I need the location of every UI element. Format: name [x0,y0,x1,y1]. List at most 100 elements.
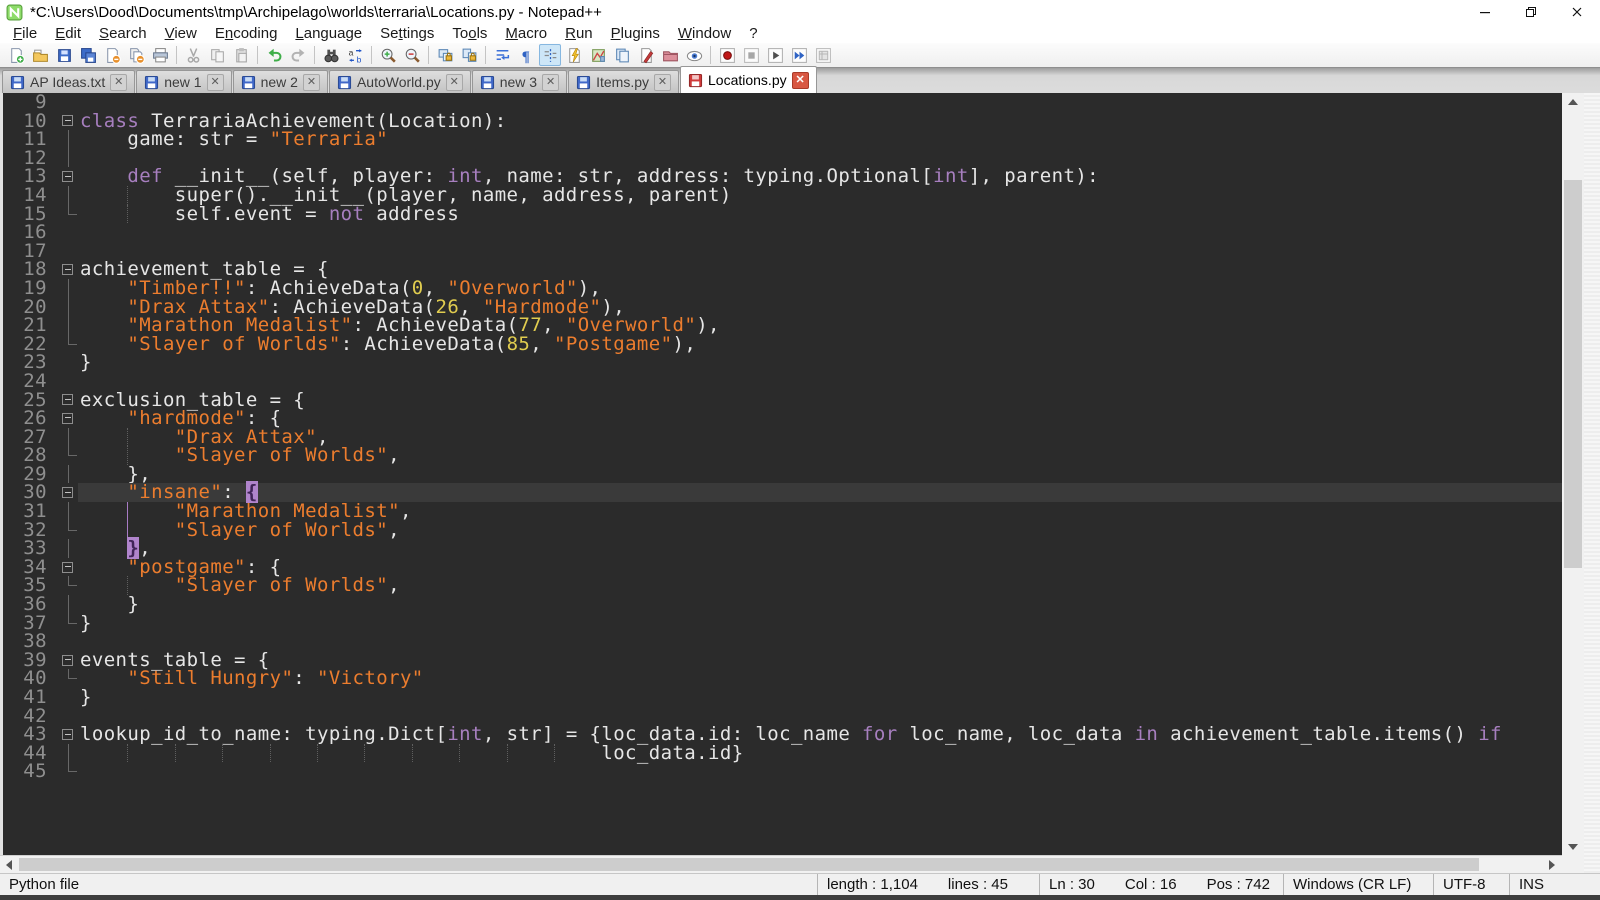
folder-workspace-icon[interactable] [659,44,681,66]
line-number: 36 [3,595,59,614]
macro-stop-icon[interactable] [740,44,762,66]
minimize-button[interactable] [1462,0,1508,24]
scroll-up-arrow-icon[interactable] [1562,93,1584,110]
code-text: "Slayer of Worlds": AchieveData(85, "Pos… [78,335,1562,354]
status-line-number: Ln : 30 [1049,876,1095,893]
tab-close-icon[interactable]: ✕ [542,74,559,91]
word-wrap-icon[interactable] [491,44,513,66]
restore-button[interactable] [1508,0,1554,24]
macro-play-icon[interactable] [764,44,786,66]
zoom-out-icon[interactable] [401,44,423,66]
fold-collapse-icon[interactable] [59,391,78,410]
sync-horizontal-icon[interactable] [458,44,480,66]
menu-[interactable]: ? [740,24,766,43]
horizontal-scroll-thumb[interactable] [19,858,1479,871]
scroll-right-arrow-icon[interactable] [1543,856,1560,873]
fold-collapse-icon[interactable] [59,260,78,279]
menu-encoding[interactable]: Encoding [206,24,287,43]
tab-ap-ideas-txt[interactable]: AP Ideas.txt✕ [2,70,135,93]
indent-guide [317,744,318,763]
sync-vertical-icon[interactable] [434,44,456,66]
fold-collapse-icon[interactable] [59,112,78,131]
edit-pen-icon[interactable] [635,44,657,66]
status-length-lines: length : 1,104 lines : 45 [818,874,1040,895]
close-window-button[interactable] [1554,0,1600,24]
tab-label: Locations.py [708,72,787,88]
tab-new-2[interactable]: new 2✕ [233,70,328,93]
tab-close-icon[interactable]: ✕ [792,72,809,89]
save-icon[interactable] [53,44,75,66]
new-file-icon[interactable] [5,44,27,66]
tab-close-icon[interactable]: ✕ [654,74,671,91]
line-number: 9 [3,93,59,112]
scroll-left-arrow-icon[interactable] [0,856,17,873]
menu-run[interactable]: Run [556,24,602,43]
macro-save-icon[interactable] [812,44,834,66]
fold-margin [59,316,78,335]
menu-language[interactable]: Language [286,24,371,43]
undo-icon[interactable] [263,44,285,66]
tab-new-3[interactable]: new 3✕ [472,70,567,93]
tab-items-py[interactable]: Items.py✕ [568,70,679,93]
tab-close-icon[interactable]: ✕ [110,74,127,91]
code-text: } [78,595,1562,614]
code-line: 45 [3,762,1562,781]
function-list-icon[interactable] [563,44,585,66]
fold-collapse-icon[interactable] [59,725,78,744]
scrollbar-corner [1562,855,1584,873]
menu-plugins[interactable]: Plugins [602,24,669,43]
toolbar-separator [176,46,177,64]
indent-guide [364,744,365,763]
fold-collapse-icon[interactable] [59,409,78,428]
find-icon[interactable] [320,44,342,66]
tab-autoworld-py[interactable]: AutoWorld.py✕ [329,70,471,93]
zoom-in-icon[interactable] [377,44,399,66]
document-map-icon[interactable] [587,44,609,66]
tab-new-1[interactable]: new 1✕ [136,70,231,93]
scroll-down-arrow-icon[interactable] [1562,838,1584,855]
replace-icon[interactable]: ab [344,44,366,66]
cut-icon[interactable] [182,44,204,66]
indent-guide-icon[interactable] [539,44,561,66]
menu-file[interactable]: File [4,24,46,43]
fold-margin [59,335,78,354]
macro-run-multiple-icon[interactable] [788,44,810,66]
code-text: self.event = not address [78,205,1562,224]
fold-collapse-icon[interactable] [59,483,78,502]
horizontal-scrollbar[interactable] [0,855,1562,873]
tab-close-icon[interactable]: ✕ [446,74,463,91]
fold-margin [59,762,78,781]
vertical-scrollbar[interactable] [1562,93,1584,855]
show-all-characters-icon[interactable]: ¶ [515,44,537,66]
close-all-icon[interactable] [125,44,147,66]
vertical-scroll-thumb[interactable] [1564,180,1582,568]
monitoring-eye-icon[interactable] [683,44,705,66]
menu-view[interactable]: View [156,24,206,43]
fold-collapse-icon[interactable] [59,558,78,577]
fold-collapse-icon[interactable] [59,651,78,670]
copy-icon[interactable] [206,44,228,66]
tab-close-icon[interactable]: ✕ [207,74,224,91]
tab-locations-py[interactable]: Locations.py ✕ [680,66,817,93]
tab-close-icon[interactable]: ✕ [303,74,320,91]
indent-guide [459,744,460,763]
code-editor[interactable]: 910class TerrariaAchievement(Location):1… [3,93,1562,855]
menu-macro[interactable]: Macro [496,24,556,43]
menu-search[interactable]: Search [90,24,156,43]
fold-margin [59,632,78,651]
menu-settings[interactable]: Settings [371,24,443,43]
document-list-icon[interactable] [611,44,633,66]
paste-icon[interactable] [230,44,252,66]
print-icon[interactable] [149,44,171,66]
menu-window[interactable]: Window [669,24,740,43]
fold-collapse-icon[interactable] [59,167,78,186]
redo-icon[interactable] [287,44,309,66]
close-icon[interactable] [101,44,123,66]
code-text [78,762,1562,781]
menu-edit[interactable]: Edit [46,24,90,43]
macro-record-icon[interactable] [716,44,738,66]
save-all-icon[interactable] [77,44,99,66]
code-line: 28 "Slayer of Worlds", [3,446,1562,465]
menu-tools[interactable]: Tools [443,24,496,43]
open-file-icon[interactable] [29,44,51,66]
